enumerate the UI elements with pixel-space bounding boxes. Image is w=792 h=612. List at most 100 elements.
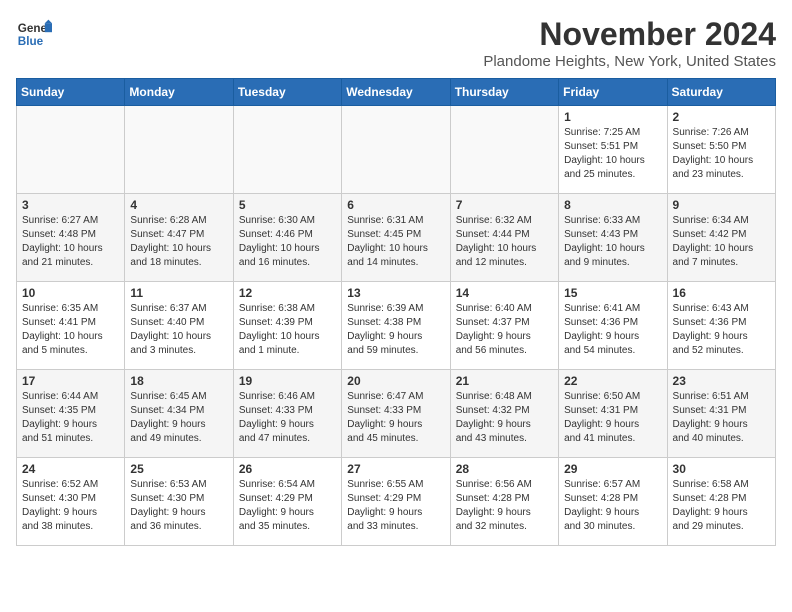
day-info: Sunrise: 6:47 AM Sunset: 4:33 PM Dayligh… xyxy=(347,390,444,446)
day-cell: 9Sunrise: 6:34 AM Sunset: 4:42 PM Daylig… xyxy=(667,194,775,282)
week-row-1: 1Sunrise: 7:25 AM Sunset: 5:51 PM Daylig… xyxy=(17,106,776,194)
day-info: Sunrise: 6:52 AM Sunset: 4:30 PM Dayligh… xyxy=(22,478,119,534)
day-cell: 19 Sunrise: 6:46 AM Sunset: 4:33 PM Dayli… xyxy=(233,370,341,458)
title-area: November 2024 Plandome Heights, New York… xyxy=(483,16,776,70)
day-number: 11 xyxy=(130,286,227,300)
day-number: 29 xyxy=(564,462,661,476)
day-info: Sunrise: 6:40 AM Sunset: 4:37 PM Dayligh… xyxy=(456,302,553,358)
day-cell: 21 Sunrise: 6:48 AM Sunset: 4:32 PM Dayli… xyxy=(450,370,558,458)
header-cell-wednesday: Wednesday xyxy=(342,79,450,106)
day-number: 21 xyxy=(456,374,553,388)
day-info: Sunrise: 6:58 AM Sunset: 4:28 PM Dayligh… xyxy=(673,478,770,534)
month-title: November 2024 xyxy=(483,16,776,53)
day-info: Sunrise: 6:27 AM Sunset: 4:48 PM Dayligh… xyxy=(22,214,119,270)
day-number: 6 xyxy=(347,198,444,212)
day-number: 1 xyxy=(564,110,661,124)
day-number: 7 xyxy=(456,198,553,212)
day-info: Sunrise: 6:37 AM Sunset: 4:40 PM Dayligh… xyxy=(130,302,227,358)
day-cell xyxy=(450,106,558,194)
day-number: 13 xyxy=(347,286,444,300)
week-row-3: 10 Sunrise: 6:35 AM Sunset: 4:41 PM Dayli… xyxy=(17,282,776,370)
day-cell: 18Sunrise: 6:45 AM Sunset: 4:34 PM Dayli… xyxy=(125,370,233,458)
page-header: General Blue November 2024 Plandome Heig… xyxy=(16,16,776,70)
day-info: Sunrise: 6:32 AM Sunset: 4:44 PM Dayligh… xyxy=(456,214,553,270)
day-number: 4 xyxy=(130,198,227,212)
day-number: 28 xyxy=(456,462,553,476)
day-info: Sunrise: 6:54 AM Sunset: 4:29 PM Dayligh… xyxy=(239,478,336,534)
week-row-4: 17Sunrise: 6:44 AM Sunset: 4:35 PM Dayli… xyxy=(17,370,776,458)
day-info: Sunrise: 6:38 AM Sunset: 4:39 PM Dayligh… xyxy=(239,302,336,358)
day-info: Sunrise: 6:46 AM Sunset: 4:33 PM Dayligh… xyxy=(239,390,336,446)
day-cell: 15 Sunrise: 6:41 AM Sunset: 4:36 PM Dayli… xyxy=(559,282,667,370)
day-info: Sunrise: 6:44 AM Sunset: 4:35 PM Dayligh… xyxy=(22,390,119,446)
day-cell: 1Sunrise: 7:25 AM Sunset: 5:51 PM Daylig… xyxy=(559,106,667,194)
header-cell-friday: Friday xyxy=(559,79,667,106)
logo: General Blue xyxy=(16,16,52,52)
day-cell: 24 Sunrise: 6:52 AM Sunset: 4:30 PM Dayli… xyxy=(17,458,125,546)
day-info: Sunrise: 6:51 AM Sunset: 4:31 PM Dayligh… xyxy=(673,390,770,446)
day-cell: 3 Sunrise: 6:27 AM Sunset: 4:48 PM Daylig… xyxy=(17,194,125,282)
day-number: 19 xyxy=(239,374,336,388)
day-cell: 13 Sunrise: 6:39 AM Sunset: 4:38 PM Dayli… xyxy=(342,282,450,370)
day-cell xyxy=(342,106,450,194)
day-info: Sunrise: 6:50 AM Sunset: 4:31 PM Dayligh… xyxy=(564,390,661,446)
day-cell: 11 Sunrise: 6:37 AM Sunset: 4:40 PM Dayli… xyxy=(125,282,233,370)
day-info: Sunrise: 6:28 AM Sunset: 4:47 PM Dayligh… xyxy=(130,214,227,270)
day-cell: 22 Sunrise: 6:50 AM Sunset: 4:31 PM Dayli… xyxy=(559,370,667,458)
day-cell: 30 Sunrise: 6:58 AM Sunset: 4:28 PM Dayli… xyxy=(667,458,775,546)
day-info: Sunrise: 6:56 AM Sunset: 4:28 PM Dayligh… xyxy=(456,478,553,534)
day-info: Sunrise: 6:41 AM Sunset: 4:36 PM Dayligh… xyxy=(564,302,661,358)
week-row-2: 3 Sunrise: 6:27 AM Sunset: 4:48 PM Daylig… xyxy=(17,194,776,282)
logo-icon: General Blue xyxy=(16,16,52,52)
day-cell: 12 Sunrise: 6:38 AM Sunset: 4:39 PM Dayli… xyxy=(233,282,341,370)
day-cell: 16Sunrise: 6:43 AM Sunset: 4:36 PM Dayli… xyxy=(667,282,775,370)
day-number: 22 xyxy=(564,374,661,388)
svg-text:Blue: Blue xyxy=(18,35,44,48)
day-number: 15 xyxy=(564,286,661,300)
day-info: Sunrise: 7:26 AM Sunset: 5:50 PM Dayligh… xyxy=(673,126,770,182)
header-cell-saturday: Saturday xyxy=(667,79,775,106)
day-cell: 27Sunrise: 6:55 AM Sunset: 4:29 PM Dayli… xyxy=(342,458,450,546)
day-cell: 5 Sunrise: 6:30 AM Sunset: 4:46 PM Daylig… xyxy=(233,194,341,282)
day-info: Sunrise: 6:30 AM Sunset: 4:46 PM Dayligh… xyxy=(239,214,336,270)
day-cell: 8 Sunrise: 6:33 AM Sunset: 4:43 PM Daylig… xyxy=(559,194,667,282)
header-row: SundayMondayTuesdayWednesdayThursdayFrid… xyxy=(17,79,776,106)
header-cell-monday: Monday xyxy=(125,79,233,106)
day-number: 26 xyxy=(239,462,336,476)
day-number: 5 xyxy=(239,198,336,212)
day-cell: 10 Sunrise: 6:35 AM Sunset: 4:41 PM Dayli… xyxy=(17,282,125,370)
day-number: 24 xyxy=(22,462,119,476)
day-number: 3 xyxy=(22,198,119,212)
header-cell-thursday: Thursday xyxy=(450,79,558,106)
day-cell: 7 Sunrise: 6:32 AM Sunset: 4:44 PM Daylig… xyxy=(450,194,558,282)
day-info: Sunrise: 6:53 AM Sunset: 4:30 PM Dayligh… xyxy=(130,478,227,534)
day-cell: 28 Sunrise: 6:56 AM Sunset: 4:28 PM Dayli… xyxy=(450,458,558,546)
day-info: Sunrise: 6:39 AM Sunset: 4:38 PM Dayligh… xyxy=(347,302,444,358)
day-number: 27 xyxy=(347,462,444,476)
day-number: 23 xyxy=(673,374,770,388)
day-number: 8 xyxy=(564,198,661,212)
day-info: Sunrise: 6:43 AM Sunset: 4:36 PM Dayligh… xyxy=(673,302,770,358)
day-cell: 20 Sunrise: 6:47 AM Sunset: 4:33 PM Dayli… xyxy=(342,370,450,458)
day-number: 10 xyxy=(22,286,119,300)
day-info: Sunrise: 6:35 AM Sunset: 4:41 PM Dayligh… xyxy=(22,302,119,358)
day-info: Sunrise: 6:34 AM Sunset: 4:42 PM Dayligh… xyxy=(673,214,770,270)
day-cell: 17Sunrise: 6:44 AM Sunset: 4:35 PM Dayli… xyxy=(17,370,125,458)
day-info: Sunrise: 6:48 AM Sunset: 4:32 PM Dayligh… xyxy=(456,390,553,446)
week-row-5: 24 Sunrise: 6:52 AM Sunset: 4:30 PM Dayli… xyxy=(17,458,776,546)
day-info: Sunrise: 6:33 AM Sunset: 4:43 PM Dayligh… xyxy=(564,214,661,270)
header-cell-tuesday: Tuesday xyxy=(233,79,341,106)
day-cell: 26 Sunrise: 6:54 AM Sunset: 4:29 PM Dayli… xyxy=(233,458,341,546)
day-cell: 4 Sunrise: 6:28 AM Sunset: 4:47 PM Daylig… xyxy=(125,194,233,282)
day-number: 12 xyxy=(239,286,336,300)
day-cell xyxy=(233,106,341,194)
day-number: 30 xyxy=(673,462,770,476)
day-cell: 23 Sunrise: 6:51 AM Sunset: 4:31 PM Dayli… xyxy=(667,370,775,458)
day-number: 2 xyxy=(673,110,770,124)
day-number: 14 xyxy=(456,286,553,300)
day-number: 20 xyxy=(347,374,444,388)
day-number: 25 xyxy=(130,462,227,476)
day-info: Sunrise: 6:57 AM Sunset: 4:28 PM Dayligh… xyxy=(564,478,661,534)
day-cell: 14 Sunrise: 6:40 AM Sunset: 4:37 PM Dayli… xyxy=(450,282,558,370)
calendar-body: 1Sunrise: 7:25 AM Sunset: 5:51 PM Daylig… xyxy=(17,106,776,546)
